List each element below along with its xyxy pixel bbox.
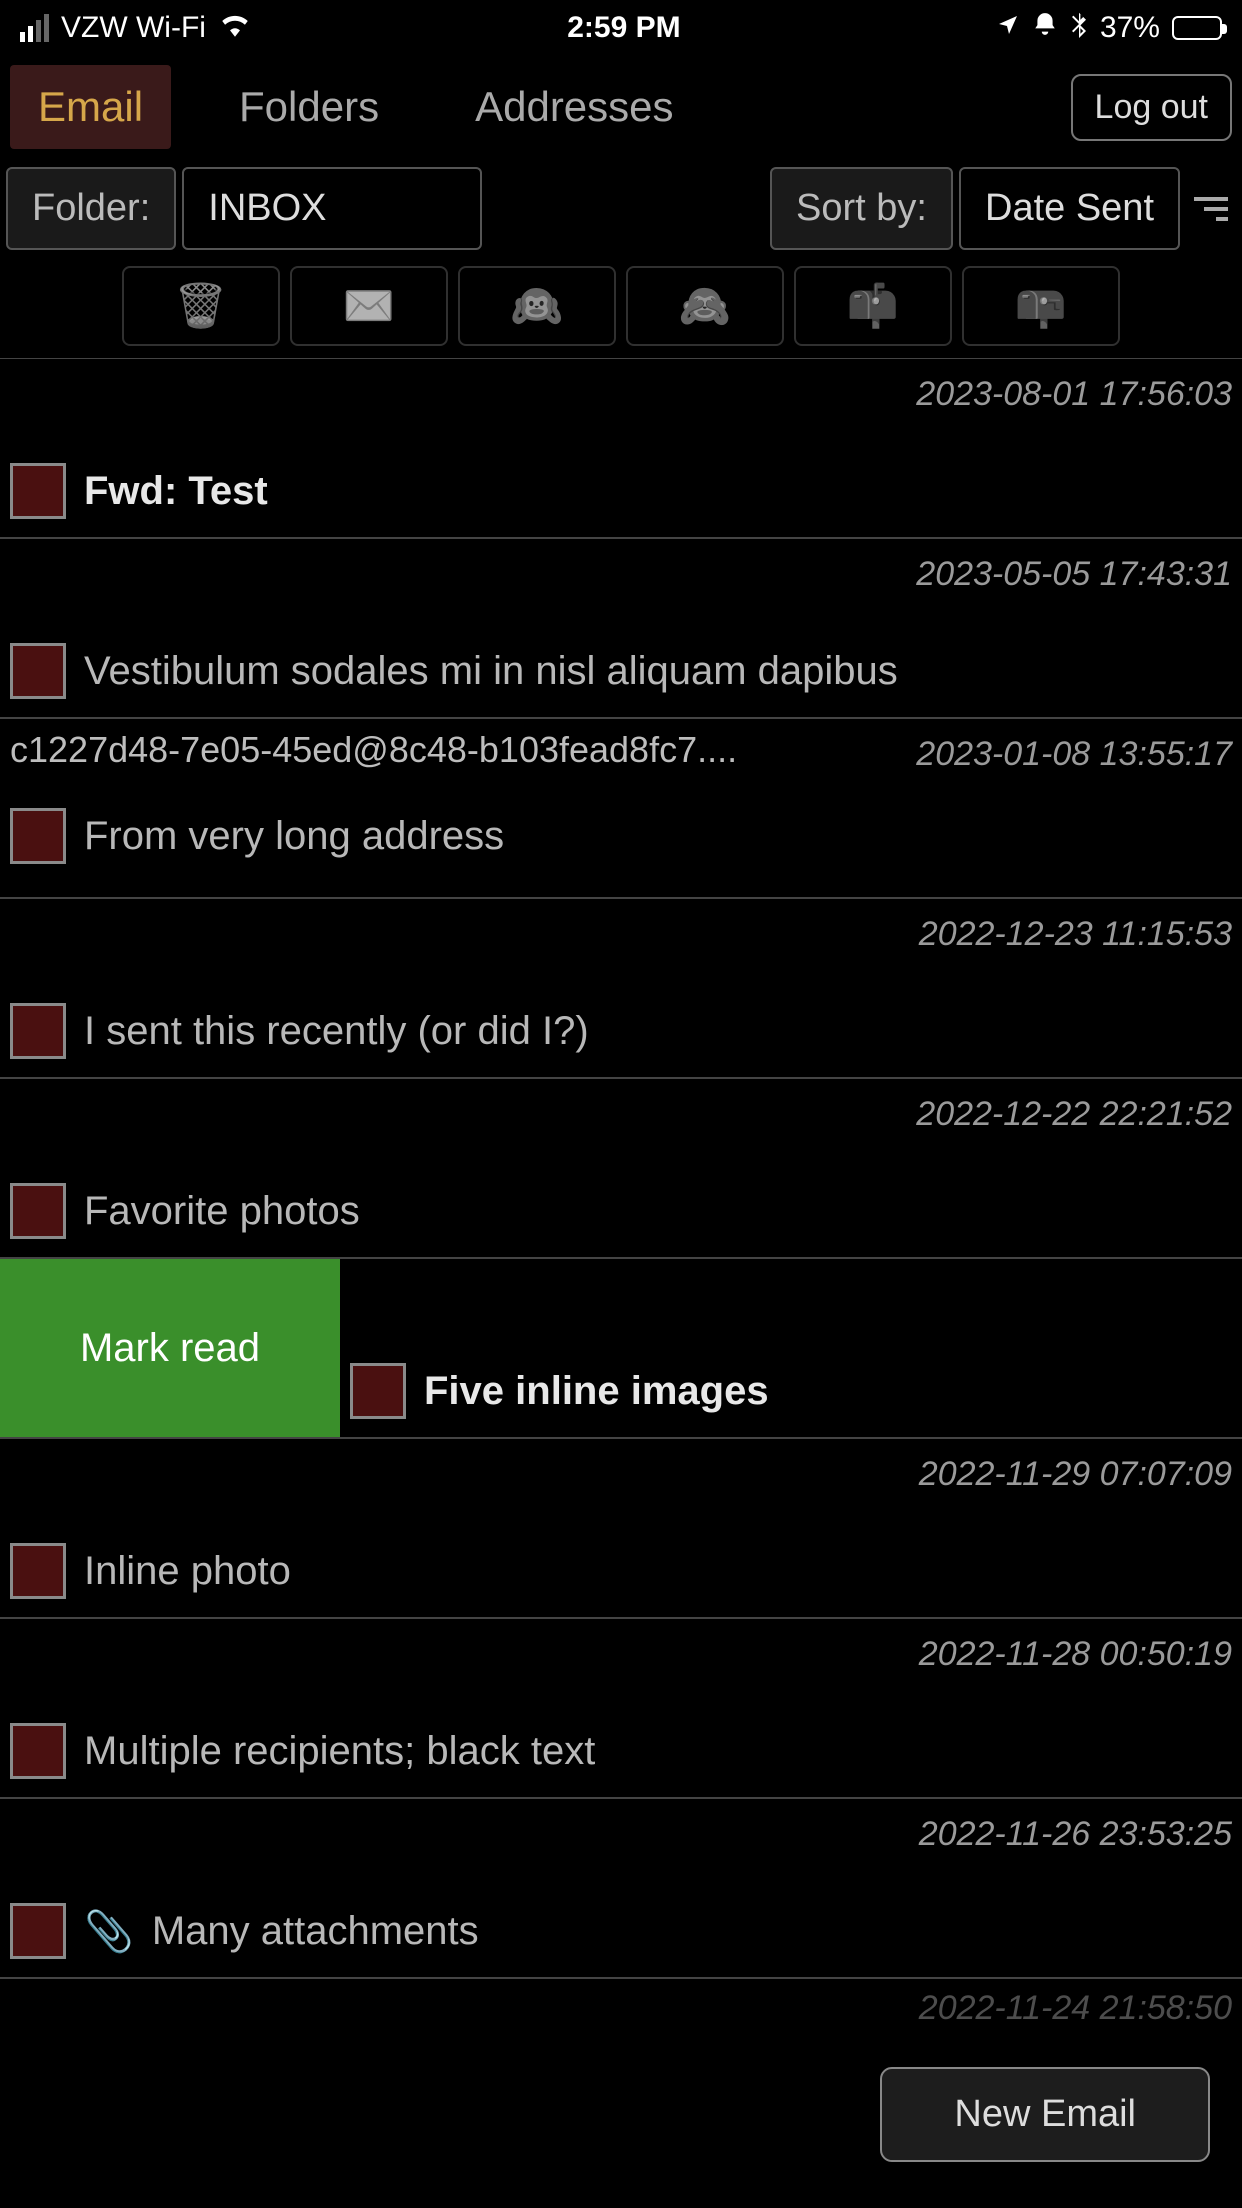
tab-addresses[interactable]: Addresses (447, 65, 701, 149)
tab-email[interactable]: Email (10, 65, 171, 149)
timestamp: 2022-11-24 21:58:50 (10, 1989, 1232, 2028)
sort-label: Sort by: (770, 167, 953, 250)
sender-redacted (10, 1089, 530, 1149)
subject: From very long address (84, 814, 504, 859)
swipe-mark-read[interactable]: Mark read (0, 1259, 340, 1437)
message-row[interactable]: 2022-12-22 22:21:52 Favorite photos (0, 1078, 1242, 1258)
monkey-nosee-button[interactable]: 🙈 (626, 266, 784, 346)
carrier-label: VZW Wi-Fi (61, 11, 206, 45)
action-toolbar: 🗑️ ✉️ 🙉 🙈 📫 📪 (0, 260, 1242, 358)
mark-read-button[interactable]: ✉️ (290, 266, 448, 346)
timestamp: 2023-05-05 17:43:31 (916, 549, 1232, 594)
message-row[interactable]: 2022-11-29 07:07:09 Inline photo (0, 1438, 1242, 1618)
signal-icon (20, 14, 49, 42)
location-icon (996, 11, 1020, 45)
battery-icon (1172, 16, 1222, 40)
select-checkbox[interactable] (10, 463, 66, 519)
sender-redacted (10, 369, 570, 429)
subject: I sent this recently (or did I?) (84, 1009, 589, 1054)
timestamp: 2023-01-08 13:55:17 (916, 729, 1232, 774)
select-checkbox[interactable] (10, 1003, 66, 1059)
timestamp: 2022-11-26 23:53:25 (919, 1809, 1232, 1854)
sender-redacted (10, 1809, 650, 1869)
message-row[interactable]: 2023-08-01 17:56:03 Fwd: Test (0, 358, 1242, 538)
paperclip-icon: 📎 (84, 1908, 134, 1955)
sender: c1227d48-7e05-45ed@8c48-b103fead8fc7.... (10, 729, 896, 771)
battery-pct: 37% (1100, 11, 1160, 45)
select-checkbox[interactable] (10, 808, 66, 864)
message-row[interactable]: 2023-05-05 17:43:31 Vestibulum sodales mi… (0, 538, 1242, 718)
alarm-icon (1032, 11, 1058, 45)
message-row-partial[interactable]: 2022-11-24 21:58:50 (0, 1978, 1242, 2068)
select-checkbox[interactable] (10, 643, 66, 699)
tab-folders[interactable]: Folders (211, 65, 407, 149)
subject: Fwd: Test (84, 469, 268, 514)
timestamp: 2022-11-29 07:07:09 (919, 1449, 1232, 1494)
sender-redacted (10, 1449, 650, 1509)
new-email-button[interactable]: New Email (880, 2067, 1210, 2162)
message-row[interactable]: Mark read Five inline images (0, 1258, 1242, 1438)
select-checkbox[interactable] (10, 1543, 66, 1599)
message-list[interactable]: 2023-08-01 17:56:03 Fwd: Test 2023-05-05 1… (0, 358, 1242, 1978)
sender-redacted (350, 1269, 1110, 1329)
message-row[interactable]: 2022-12-23 11:15:53 I sent this recently … (0, 898, 1242, 1078)
wifi-icon (218, 11, 252, 45)
subject: Five inline images (424, 1369, 769, 1414)
subject: Inline photo (84, 1549, 291, 1594)
folder-label: Folder: (6, 167, 176, 250)
timestamp: 2023-08-01 17:56:03 (916, 369, 1232, 414)
message-row[interactable]: c1227d48-7e05-45ed@8c48-b103fead8fc7....… (0, 718, 1242, 898)
folder-select[interactable]: INBOX (182, 167, 482, 250)
message-row[interactable]: 2022-11-26 23:53:25 📎 Many attachments (0, 1798, 1242, 1978)
timestamp: 2022-11-28 00:50:19 (919, 1629, 1232, 1674)
clock: 2:59 PM (567, 11, 680, 45)
sort-select[interactable]: Date Sent (959, 167, 1180, 250)
subject: Vestibulum sodales mi in nisl aliquam da… (84, 649, 898, 694)
sender-redacted (10, 1629, 690, 1689)
select-checkbox[interactable] (10, 1903, 66, 1959)
mailbox-out-button[interactable]: 📪 (962, 266, 1120, 346)
message-row[interactable]: 2022-11-28 00:50:19 Multiple recipients; … (0, 1618, 1242, 1798)
select-checkbox[interactable] (10, 1723, 66, 1779)
select-checkbox[interactable] (350, 1363, 406, 1419)
subject: Favorite photos (84, 1189, 360, 1234)
trash-button[interactable]: 🗑️ (122, 266, 280, 346)
monkey-see-button[interactable]: 🙉 (458, 266, 616, 346)
logout-button[interactable]: Log out (1071, 74, 1232, 141)
filter-bar: Folder: INBOX Sort by: Date Sent (0, 167, 1242, 260)
mailbox-in-button[interactable]: 📫 (794, 266, 952, 346)
status-bar: VZW Wi-Fi 2:59 PM 37% (0, 0, 1242, 55)
subject: Multiple recipients; black text (84, 1729, 595, 1774)
sender-redacted (10, 549, 570, 609)
timestamp: 2022-12-23 11:15:53 (919, 909, 1232, 954)
subject: Many attachments (152, 1909, 479, 1954)
tabs-bar: Email Folders Addresses Log out (0, 55, 1242, 167)
sender-redacted (10, 909, 610, 969)
select-checkbox[interactable] (10, 1183, 66, 1239)
bluetooth-icon (1070, 10, 1088, 46)
sort-direction-icon[interactable] (1186, 187, 1236, 231)
timestamp: 2022-12-22 22:21:52 (916, 1089, 1232, 1134)
